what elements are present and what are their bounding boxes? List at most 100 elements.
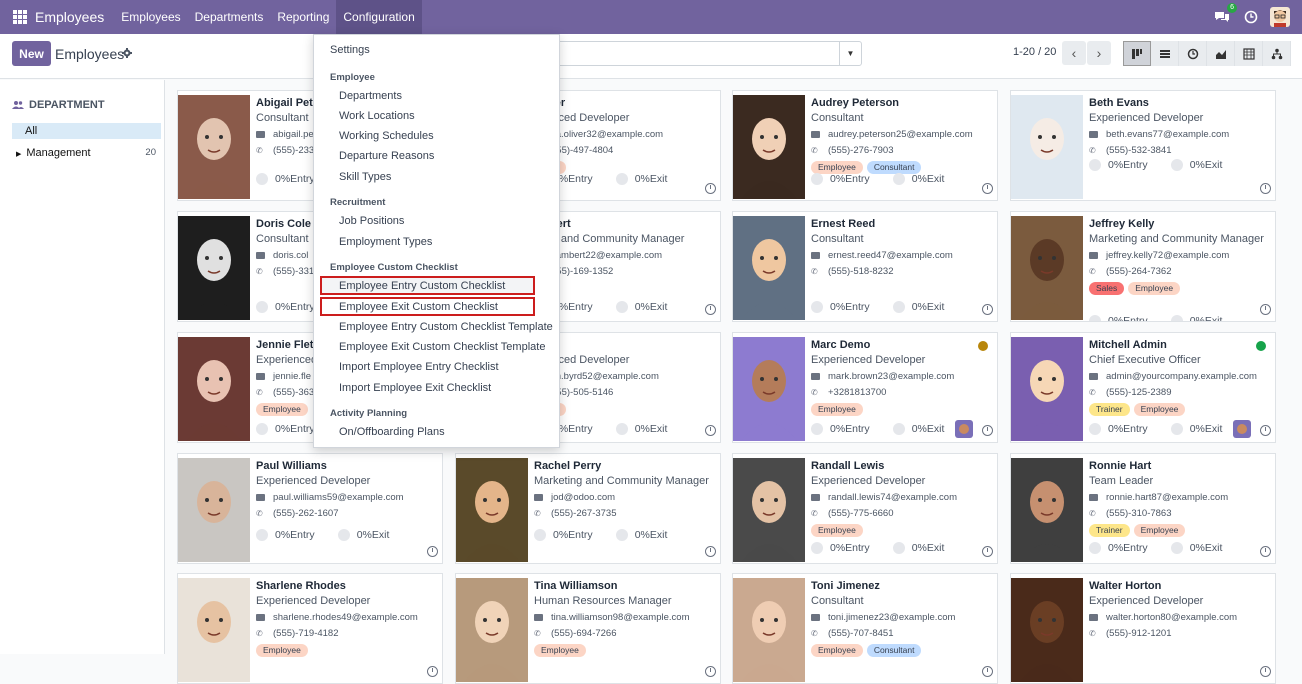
pivot-view-button[interactable] <box>1235 41 1263 66</box>
activity-clock-icon[interactable] <box>705 304 716 315</box>
activity-clock-icon[interactable] <box>1260 666 1271 677</box>
menu-item-work-locations[interactable]: Work Locations <box>339 110 415 122</box>
menu-item-onoffboarding-plans[interactable]: On/Offboarding Plans <box>339 426 445 438</box>
activity-clock-icon[interactable] <box>982 183 993 194</box>
entry-status-label: 0%Entry <box>830 173 870 185</box>
employee-card[interactable]: Mitchell Admin Chief Executive Officer adm… <box>1010 332 1276 443</box>
menu-item-entry-checklist-template[interactable]: Employee Entry Custom Checklist Template <box>339 321 553 333</box>
employee-card[interactable]: Walter Horton Experienced Developer walter… <box>1010 573 1276 684</box>
phone-icon: ✆ <box>811 629 818 638</box>
sidebar-item-management[interactable]: ▶ Management 20 <box>16 147 156 159</box>
employee-email: abigail.pe <box>256 129 314 140</box>
employee-card[interactable]: Marc Demo Experienced Developer mark.brown… <box>732 332 998 443</box>
list-view-button[interactable] <box>1151 41 1179 66</box>
activity-clock-icon[interactable] <box>982 546 993 557</box>
activity-clock-icon[interactable] <box>982 425 993 436</box>
employee-photo <box>178 95 250 199</box>
employee-phone-value: (555)-125-2389 <box>1106 387 1172 398</box>
employee-card[interactable]: Rachel Perry Marketing and Community Mana… <box>455 453 721 564</box>
employee-card[interactable]: Tina Williamson Human Resources Manager ti… <box>455 573 721 684</box>
employee-email-value: walter.horton80@example.com <box>1106 612 1238 623</box>
employee-job-title: Marketing and Community Manager <box>534 475 709 487</box>
menu-reporting[interactable]: Reporting <box>270 0 336 34</box>
pager-value[interactable]: 1-20 / 20 <box>1013 46 1056 58</box>
activity-clock-icon[interactable] <box>1260 183 1271 194</box>
menu-item-import-entry-checklist[interactable]: Import Employee Entry Checklist <box>339 361 499 373</box>
pager-next-button[interactable]: › <box>1087 41 1111 65</box>
app-grid-icon[interactable] <box>13 10 27 24</box>
employee-job-title: Experienced Developer <box>1089 112 1204 124</box>
envelope-icon <box>1089 131 1098 138</box>
search-input[interactable]: ▼ <box>548 41 862 66</box>
activity-clock-icon[interactable] <box>1260 304 1271 315</box>
activity-clock-icon[interactable] <box>982 304 993 315</box>
app-brand[interactable]: Employees <box>35 9 104 25</box>
chat-icon[interactable]: 6 <box>1214 3 1237 24</box>
activity-clock-icon[interactable] <box>427 546 438 557</box>
employee-phone: ✆ (555)-276-7903 <box>811 145 894 156</box>
gear-icon[interactable] <box>122 48 132 58</box>
graph-view-button[interactable] <box>1207 41 1235 66</box>
employee-card[interactable]: Jeffrey Kelly Marketing and Community Man… <box>1010 211 1276 322</box>
menu-item-entry-custom-checklist[interactable]: Employee Entry Custom Checklist <box>339 280 505 292</box>
menu-employees[interactable]: Employees <box>114 0 187 34</box>
employee-phone-value: (555)-331 <box>273 266 315 277</box>
tag-list: Employee <box>811 403 863 416</box>
menu-item-settings[interactable]: Settings <box>330 44 370 56</box>
envelope-icon <box>256 373 265 380</box>
activity-clock-icon[interactable] <box>705 546 716 557</box>
menu-item-job-positions[interactable]: Job Positions <box>339 215 404 227</box>
menu-item-employment-types[interactable]: Employment Types <box>339 236 432 248</box>
hierarchy-view-button[interactable] <box>1263 41 1291 66</box>
user-avatar[interactable] <box>1270 7 1290 27</box>
activity-clock-icon[interactable] <box>982 666 993 677</box>
employee-phone: ✆ (555)-331 <box>256 266 314 277</box>
activity-clock-icon[interactable] <box>1260 546 1271 557</box>
employee-card[interactable]: Beth Evans Experienced Developer beth.evan… <box>1010 90 1276 201</box>
employee-card[interactable]: Ernest Reed Consultant ernest.reed47@examp… <box>732 211 998 322</box>
entry-progress-circle <box>811 301 823 313</box>
employee-photo <box>1011 458 1083 562</box>
pager-prev-button[interactable]: ‹ <box>1062 41 1086 65</box>
tag-badge: Employee <box>1128 282 1181 295</box>
menu-configuration[interactable]: Configuration <box>336 0 422 34</box>
phone-icon: ✆ <box>534 509 541 518</box>
activity-clock-icon[interactable] <box>705 425 716 436</box>
entry-status-label: 0%Entry <box>275 301 315 313</box>
employee-email: toni.jimenez23@example.com <box>811 612 955 623</box>
employee-phone: ✆ (555)-125-2389 <box>1089 387 1172 398</box>
activity-clock-icon[interactable] <box>427 666 438 677</box>
new-button[interactable]: New <box>12 41 51 66</box>
menu-item-departure-reasons[interactable]: Departure Reasons <box>339 150 434 162</box>
employee-phone-value: (555)-532-3841 <box>1106 145 1172 156</box>
phone-icon: ✆ <box>1089 629 1096 638</box>
menu-item-skill-types[interactable]: Skill Types <box>339 171 391 183</box>
employee-card[interactable]: Ronnie Hart Team Leader ronnie.hart87@exam… <box>1010 453 1276 564</box>
employee-card[interactable]: Paul Williams Experienced Developer paul.w… <box>177 453 443 564</box>
kanban-view-button[interactable] <box>1123 41 1151 66</box>
activity-clock-icon[interactable] <box>705 183 716 194</box>
menu-item-exit-custom-checklist[interactable]: Employee Exit Custom Checklist <box>339 301 498 313</box>
activity-clock-icon[interactable] <box>705 666 716 677</box>
employee-card[interactable]: Sharlene Rhodes Experienced Developer shar… <box>177 573 443 684</box>
employee-card[interactable]: Audrey Peterson Consultant audrey.peterson… <box>732 90 998 201</box>
menu-item-exit-checklist-template[interactable]: Employee Exit Custom Checklist Template <box>339 341 545 353</box>
exit-progress-circle <box>615 423 628 435</box>
menu-item-departments[interactable]: Departments <box>339 90 402 102</box>
activity-clock-icon[interactable] <box>1260 425 1271 436</box>
menu-item-import-exit-checklist[interactable]: Import Employee Exit Checklist <box>339 382 491 394</box>
exit-progress-circle <box>1170 159 1183 171</box>
area-chart-icon <box>1215 49 1226 59</box>
activity-clock-icon[interactable] <box>1244 10 1258 24</box>
activity-view-button[interactable] <box>1179 41 1207 66</box>
menu-departments[interactable]: Departments <box>188 0 271 34</box>
menu-item-working-schedules[interactable]: Working Schedules <box>339 130 434 142</box>
tag-badge: Trainer <box>1089 524 1130 537</box>
employee-card[interactable]: Toni Jimenez Consultant toni.jimenez23@exa… <box>732 573 998 684</box>
employee-phone: ✆ (555)-912-1201 <box>1089 628 1172 639</box>
search-options-toggle[interactable]: ▼ <box>839 42 861 65</box>
exit-progress-circle <box>1170 423 1183 435</box>
employee-card[interactable]: Randall Lewis Experienced Developer randal… <box>732 453 998 564</box>
sidebar-item-all[interactable]: All <box>12 123 161 139</box>
department-heading-label: DEPARTMENT <box>29 99 105 111</box>
